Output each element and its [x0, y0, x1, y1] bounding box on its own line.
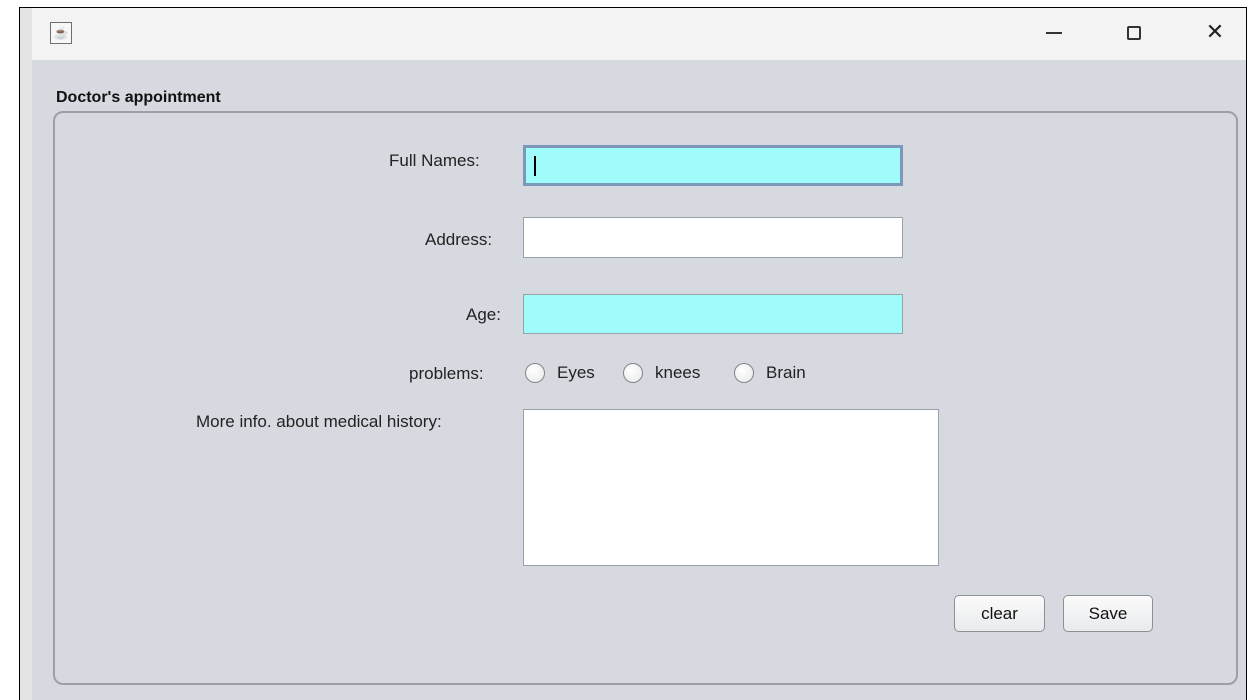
radio-knees[interactable] — [623, 363, 643, 383]
appointment-form-panel — [53, 111, 1238, 685]
radio-label-eyes: Eyes — [557, 363, 595, 382]
address-field[interactable] — [523, 217, 903, 258]
address-label: Address: — [425, 230, 493, 249]
minimize-button[interactable] — [1029, 14, 1079, 52]
age-label: Age: — [466, 305, 501, 324]
full-names-label: Full Names: — [389, 151, 480, 170]
group-title: Doctor's appointment — [56, 89, 221, 106]
clear-button[interactable]: clear — [954, 595, 1045, 632]
medical-history-textarea[interactable] — [523, 409, 939, 566]
history-label: More info. about medical history: — [196, 412, 442, 431]
radio-brain[interactable] — [734, 363, 754, 383]
radio-eyes[interactable] — [525, 363, 545, 383]
maximize-button[interactable] — [1109, 14, 1159, 52]
problems-label: problems: — [409, 364, 484, 383]
radio-label-brain: Brain — [766, 363, 806, 382]
age-field[interactable] — [523, 294, 903, 334]
minimize-icon — [1046, 32, 1062, 34]
full-names-field[interactable] — [523, 145, 903, 186]
maximize-icon — [1127, 26, 1141, 40]
text-cursor — [534, 156, 536, 176]
window-left-edge — [20, 8, 32, 700]
close-icon: ✕ — [1205, 20, 1225, 45]
outer-right-border — [1246, 7, 1247, 700]
save-button[interactable]: Save — [1063, 595, 1153, 632]
close-button[interactable]: ✕ — [1190, 14, 1240, 52]
java-icon: ☕ — [50, 22, 72, 44]
radio-label-knees: knees — [655, 363, 701, 382]
